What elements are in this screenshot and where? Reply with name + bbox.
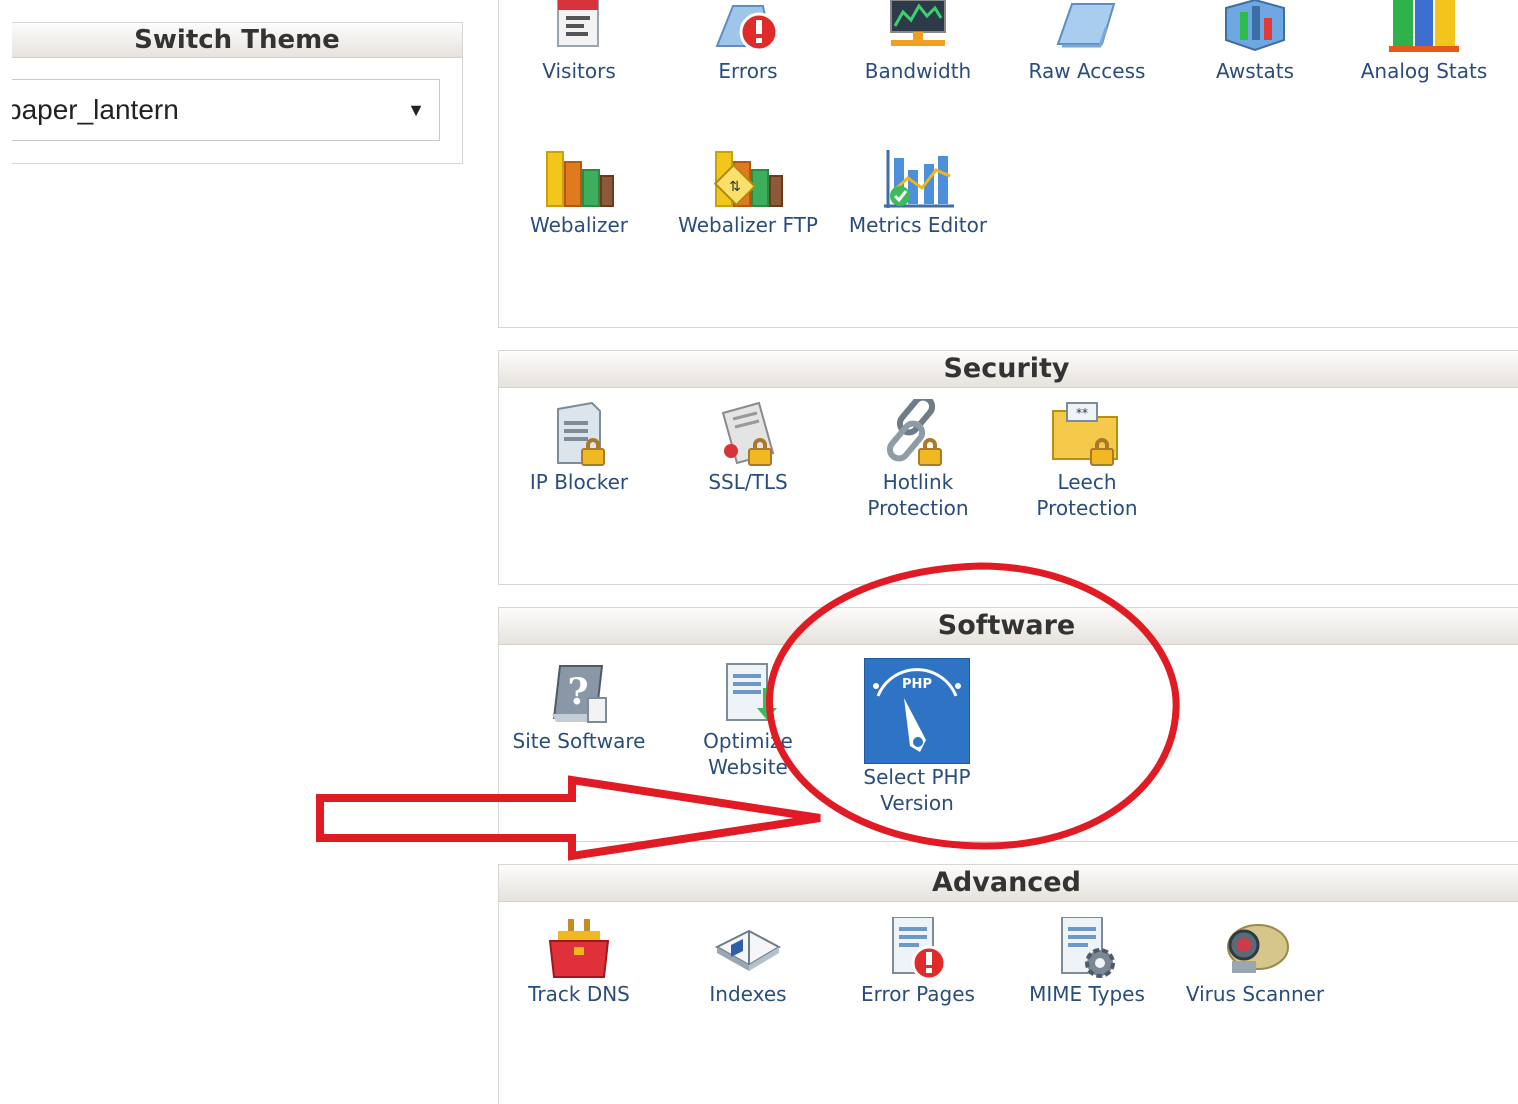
error-pages-link[interactable]: Error Pages [833, 917, 1003, 1007]
stats-panel: Visitors Errors Bandwidth Raw Access Aws… [498, 0, 1518, 328]
raw-access-link[interactable]: Raw Access [1002, 0, 1172, 84]
svg-text:PHP: PHP [902, 677, 932, 692]
chevron-down-icon: ▼ [407, 100, 425, 120]
ip-blocker-link[interactable]: IP Blocker [494, 399, 664, 495]
leech-protection-icon: ** [1052, 402, 1118, 466]
hotlink-protection-link[interactable]: Hotlink Protection [833, 399, 1003, 521]
theme-select-value: paper_lantern [12, 94, 179, 125]
track-dns-link[interactable]: Track DNS [494, 917, 664, 1007]
advanced-title: Advanced [499, 865, 1518, 902]
visitors-link[interactable]: Visitors [494, 0, 664, 84]
advanced-panel: Advanced Track DNS Indexes Error Pages M… [498, 864, 1518, 1104]
switch-theme-box: Switch Theme paper_lantern ▼ [12, 22, 463, 164]
awstats-icon [1225, 0, 1285, 52]
virus-scanner-icon [1227, 924, 1289, 973]
track-dns-icon [548, 919, 610, 978]
ssl-tls-link[interactable]: SSL/TLS [663, 399, 833, 495]
theme-select[interactable]: paper_lantern ▼ [12, 79, 440, 141]
awstats-link[interactable]: Awstats [1170, 0, 1340, 84]
webalizer-ftp-link[interactable]: ⇅ Webalizer FTP [663, 148, 833, 238]
ip-blocker-icon [557, 401, 605, 466]
security-title: Security [499, 351, 1518, 388]
optimize-website-link[interactable]: Optimize Website [663, 662, 833, 780]
indexes-link[interactable]: Indexes [663, 917, 833, 1007]
webalizer-link[interactable]: Webalizer [494, 148, 664, 238]
webalizer-ftp-icon: ⇅ [713, 151, 783, 207]
select-php-version-link[interactable]: PHP Select PHP Version [832, 658, 1002, 816]
indexes-icon [714, 929, 782, 971]
metrics-editor-link[interactable]: Metrics Editor [833, 148, 1003, 238]
visitors-icon [557, 0, 599, 47]
software-panel: Software ? Site Software Optimize Websit… [498, 607, 1518, 842]
select-php-version-icon: PHP [864, 658, 970, 764]
error-pages-icon [892, 917, 947, 981]
hotlink-protection-icon [886, 399, 942, 466]
optimize-website-icon [726, 663, 777, 721]
mime-types-icon [1061, 917, 1115, 978]
ssl-tls-icon [721, 401, 775, 466]
errors-link[interactable]: Errors [663, 0, 833, 84]
leech-protection-link[interactable]: ** Leech Protection [1002, 399, 1172, 521]
svg-text:?: ? [567, 671, 588, 713]
bandwidth-icon [890, 0, 946, 46]
switch-theme-title: Switch Theme [12, 23, 462, 58]
svg-text:**: ** [1076, 406, 1088, 420]
raw-access-icon [1056, 3, 1116, 48]
site-software-link[interactable]: ? Site Software [494, 662, 664, 754]
bandwidth-link[interactable]: Bandwidth [833, 0, 1003, 84]
software-title: Software [499, 608, 1518, 645]
site-software-icon: ? [552, 665, 607, 723]
virus-scanner-link[interactable]: Virus Scanner [1170, 917, 1340, 1007]
mime-types-link[interactable]: MIME Types [1002, 917, 1172, 1007]
webalizer-icon [546, 151, 614, 207]
analog-stats-icon [1389, 0, 1459, 52]
svg-text:⇅: ⇅ [729, 179, 741, 195]
metrics-editor-icon [884, 150, 954, 208]
security-panel: Security IP Blocker SSL/TLS Hotlink Prot… [498, 350, 1518, 585]
errors-icon [715, 5, 779, 52]
analog-stats-link[interactable]: Analog Stats [1339, 0, 1509, 84]
